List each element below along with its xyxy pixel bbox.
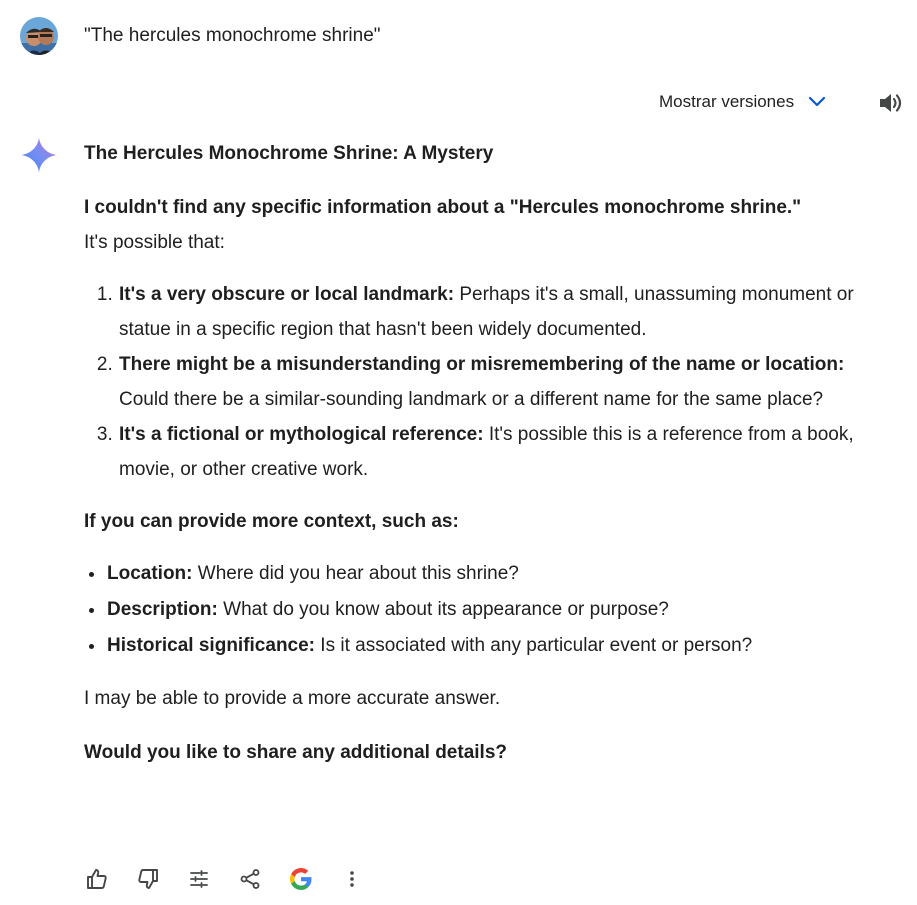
tune-icon[interactable]: [186, 866, 212, 892]
user-prompt: "The hercules monochrome shrine": [84, 25, 381, 46]
response-intro: I couldn't find any specific information…: [84, 190, 884, 260]
show-versions-label: Mostrar versiones: [659, 92, 795, 111]
list-item: Description: What do you know about its …: [106, 592, 884, 628]
list-item-text: Could there be a similar-sounding landma…: [119, 389, 824, 410]
follow-up-question: Would you like to share any additional d…: [84, 735, 884, 770]
response-title: The Hercules Monochrome Shrine: A Myster…: [84, 143, 494, 164]
list-item-bold: There might be a misunderstanding or mis…: [119, 354, 845, 375]
context-heading: If you can provide more context, such as…: [84, 504, 884, 539]
list-item-text: Where did you hear about this shrine?: [192, 563, 519, 584]
intro-bold: I couldn't find any specific information…: [84, 197, 802, 218]
intro-rest: It's possible that:: [84, 232, 225, 253]
list-item-text: What do you know about its appearance or…: [217, 599, 669, 620]
context-heading-text: If you can provide more context, such as…: [84, 511, 459, 532]
show-versions-button[interactable]: Mostrar versiones: [659, 92, 826, 112]
list-item-bold: It's a very obscure or local landmark:: [119, 284, 455, 305]
speaker-icon[interactable]: [878, 91, 904, 115]
user-avatar: [20, 17, 58, 55]
list-item-text: Is it associated with any particular eve…: [315, 635, 753, 656]
list-item-bold: Location:: [107, 563, 193, 584]
list-item: It's a very obscure or local landmark: P…: [118, 277, 884, 347]
list-item: Location: Where did you hear about this …: [106, 556, 884, 592]
google-icon[interactable]: [288, 866, 314, 892]
list-item: It's a fictional or mythological referen…: [118, 417, 884, 487]
list-item-bold: Historical significance:: [107, 635, 316, 656]
more-vert-icon[interactable]: [339, 866, 365, 892]
list-item: Historical significance: Is it associate…: [106, 628, 884, 664]
context-list: Location: Where did you hear about this …: [84, 556, 884, 664]
closing-text: I may be able to provide a more accurate…: [84, 688, 501, 709]
list-item-bold: It's a fictional or mythological referen…: [119, 424, 484, 445]
list-item-bold: Description:: [107, 599, 218, 620]
chevron-down-icon: [808, 93, 826, 111]
list-item: There might be a misunderstanding or mis…: [118, 347, 884, 417]
reasons-list: It's a very obscure or local landmark: P…: [84, 277, 884, 487]
response-toolbar: [84, 866, 390, 892]
thumbs-up-icon[interactable]: [84, 866, 110, 892]
gemini-sparkle-icon: [20, 136, 58, 174]
thumbs-down-icon[interactable]: [135, 866, 161, 892]
model-response: The Hercules Monochrome Shrine: A Myster…: [84, 141, 884, 770]
share-icon[interactable]: [237, 866, 263, 892]
follow-up-question-text: Would you like to share any additional d…: [84, 742, 508, 763]
